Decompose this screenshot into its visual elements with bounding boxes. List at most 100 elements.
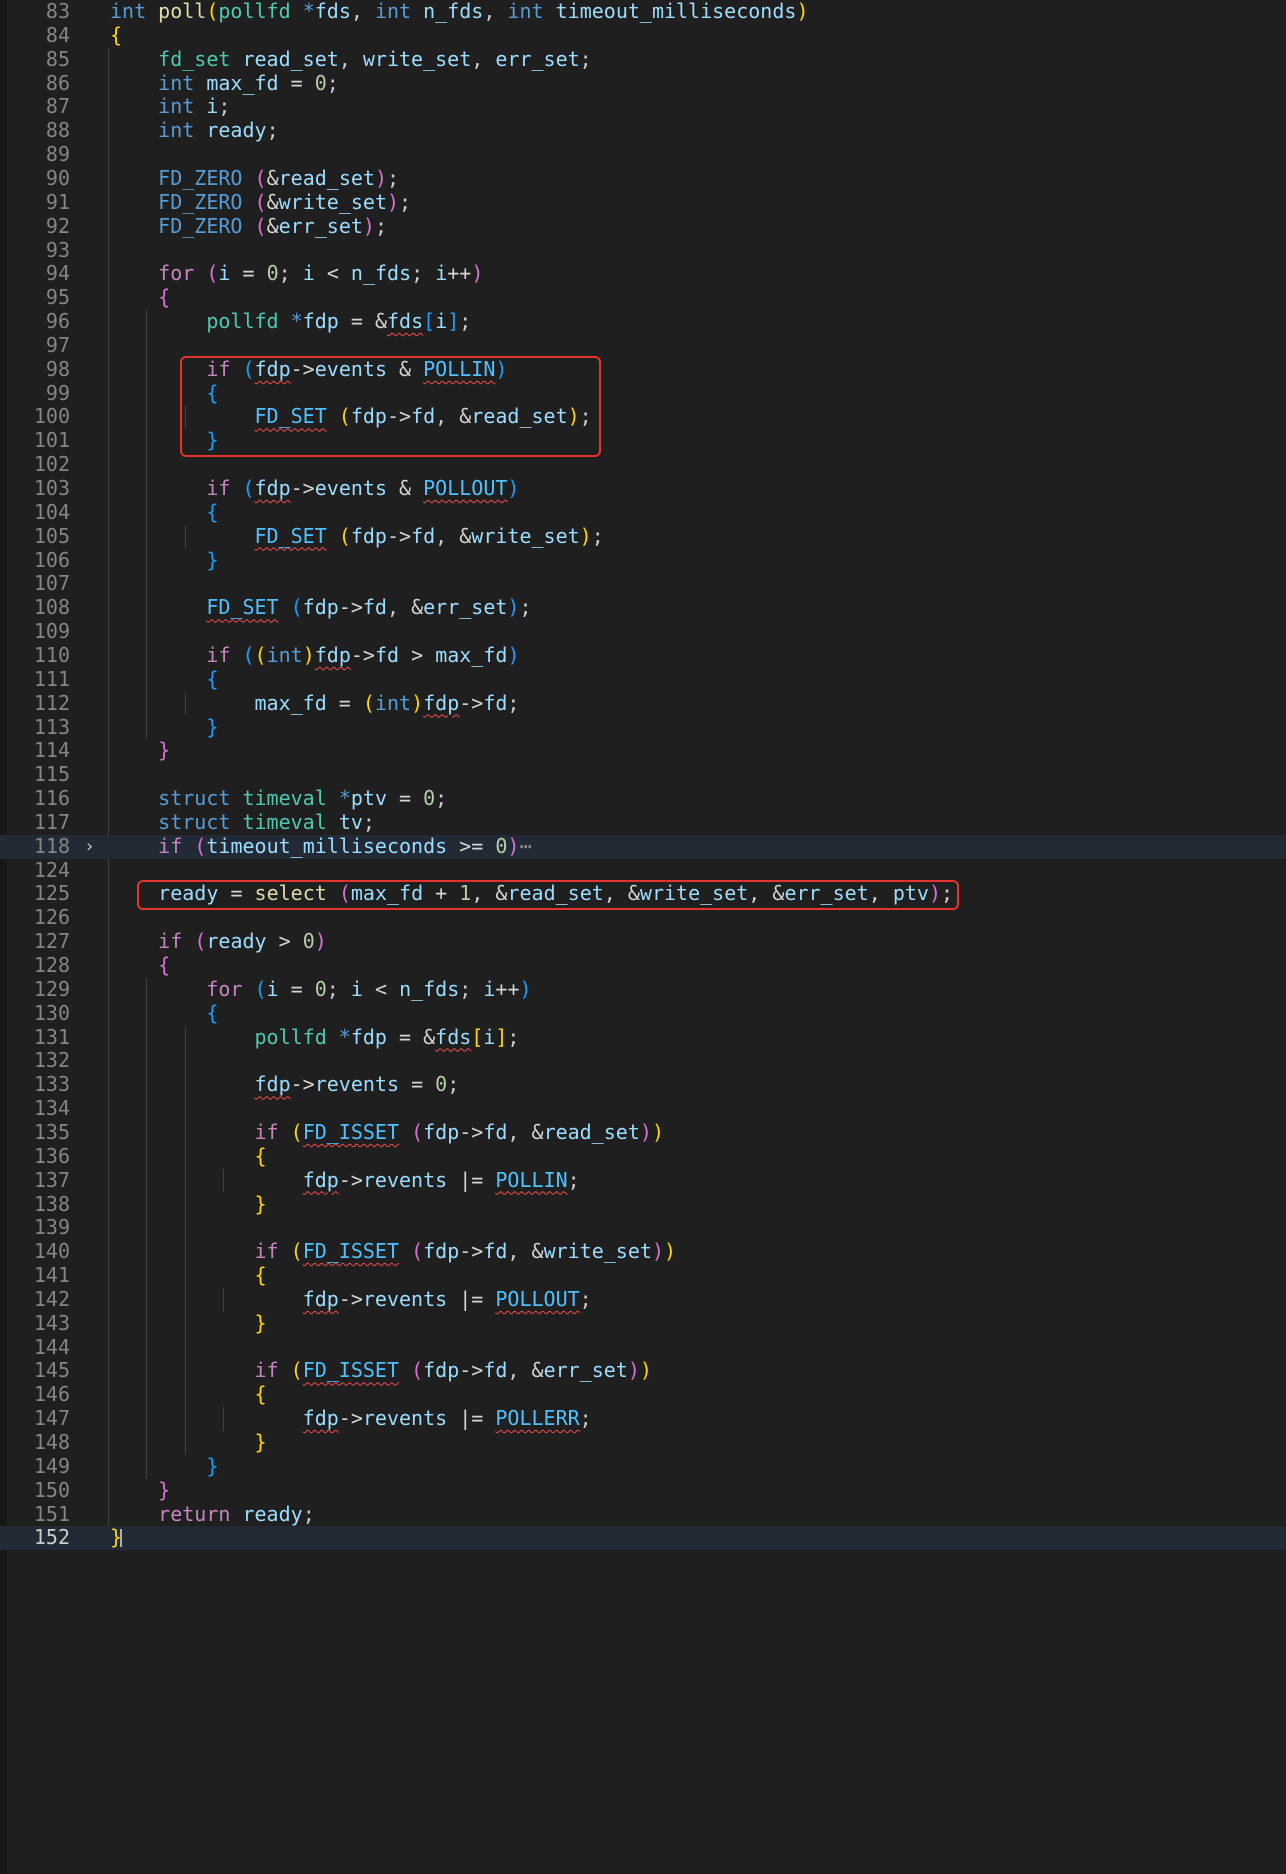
code-line[interactable]: 88 int ready; <box>0 118 1286 143</box>
code-line[interactable]: 103 if (fdp->events & POLLOUT) <box>0 476 1286 501</box>
code-text[interactable]: max_fd = (int)fdp->fd; <box>110 691 520 716</box>
code-text[interactable]: fdp->revents = 0; <box>110 1072 460 1097</box>
code-text[interactable]: { <box>110 1001 218 1026</box>
code-line[interactable]: 91 FD_ZERO (&write_set); <box>0 190 1286 215</box>
code-line[interactable]: 96 pollfd *fdp = &fds[i]; <box>0 309 1286 334</box>
code-line[interactable]: 134 <box>0 1096 1286 1121</box>
code-line[interactable]: 106 } <box>0 548 1286 573</box>
code-line[interactable]: 118 › if (timeout_milliseconds >= 0)⋯ <box>0 834 1286 859</box>
code-line[interactable]: 128 { <box>0 953 1286 978</box>
code-line[interactable]: 87 int i; <box>0 94 1286 119</box>
code-text[interactable]: } <box>110 1430 267 1455</box>
code-text[interactable]: return ready; <box>110 1502 315 1527</box>
code-text[interactable]: FD_SET (fdp->fd, &err_set); <box>110 595 531 620</box>
code-line[interactable]: 92 FD_ZERO (&err_set); <box>0 214 1286 239</box>
code-text[interactable]: { <box>110 1263 267 1288</box>
code-line[interactable]: 141 { <box>0 1263 1286 1288</box>
code-text[interactable]: int poll(pollfd *fds, int n_fds, int tim… <box>110 0 808 24</box>
code-text[interactable]: { <box>110 1144 267 1169</box>
code-line[interactable]: 111 { <box>0 667 1286 692</box>
code-line[interactable]: 105 FD_SET (fdp->fd, &write_set); <box>0 524 1286 549</box>
code-text[interactable]: } <box>110 548 218 573</box>
code-line[interactable]: 142 fdp->revents |= POLLOUT; <box>0 1287 1286 1312</box>
code-line[interactable]: 86 int max_fd = 0; <box>0 71 1286 96</box>
code-text[interactable]: if (timeout_milliseconds >= 0)⋯ <box>110 834 531 859</box>
code-line[interactable]: 83 int poll(pollfd *fds, int n_fds, int t… <box>0 0 1286 24</box>
code-text[interactable]: int max_fd = 0; <box>110 71 339 96</box>
code-line[interactable]: 113 } <box>0 715 1286 740</box>
code-line[interactable]: 146 { <box>0 1382 1286 1407</box>
code-line[interactable]: 138 } <box>0 1192 1286 1217</box>
code-line[interactable]: 132 <box>0 1049 1286 1073</box>
code-line[interactable]: 124 <box>0 858 1286 883</box>
code-text[interactable]: for (i = 0; i < n_fds; i++) <box>110 977 531 1002</box>
code-text[interactable]: FD_SET (fdp->fd, &write_set); <box>110 524 604 549</box>
code-line[interactable]: 90 FD_ZERO (&read_set); <box>0 166 1286 191</box>
code-line[interactable]: 112 max_fd = (int)fdp->fd; <box>0 691 1286 716</box>
code-line[interactable]: 130 { <box>0 1001 1286 1026</box>
code-text[interactable]: if ((int)fdp->fd > max_fd) <box>110 643 519 668</box>
code-text[interactable]: } <box>110 1311 267 1336</box>
code-line[interactable]: 143 } <box>0 1311 1286 1336</box>
code-text[interactable]: fdp->revents |= POLLIN; <box>110 1168 580 1193</box>
code-line[interactable]: 93 <box>0 238 1286 263</box>
code-text[interactable]: if (ready > 0) <box>110 929 327 954</box>
folded-region-ellipsis[interactable]: ⋯ <box>519 834 531 858</box>
code-text[interactable]: FD_ZERO (&read_set); <box>110 166 399 191</box>
code-text[interactable]: } <box>110 738 170 763</box>
code-text[interactable]: } <box>110 715 218 740</box>
code-text[interactable]: FD_ZERO (&write_set); <box>110 190 411 215</box>
code-text[interactable]: if (FD_ISSET (fdp->fd, &err_set)) <box>110 1359 652 1383</box>
code-line[interactable]: 114 } <box>0 738 1286 763</box>
code-line[interactable]: 110 if ((int)fdp->fd > max_fd) <box>0 643 1286 668</box>
code-line[interactable]: 85 fd_set read_set, write_set, err_set; <box>0 47 1286 72</box>
code-line[interactable]: 108 FD_SET (fdp->fd, &err_set); <box>0 595 1286 620</box>
code-text[interactable]: int i; <box>110 94 230 119</box>
code-text[interactable]: { <box>110 23 122 48</box>
code-text[interactable]: FD_ZERO (&err_set); <box>110 214 387 239</box>
code-line[interactable]: 151 return ready; <box>0 1502 1286 1527</box>
code-editor[interactable]: 83 int poll(pollfd *fds, int n_fds, int t… <box>0 0 1286 1874</box>
code-text[interactable]: if (FD_ISSET (fdp->fd, &read_set)) <box>110 1120 664 1145</box>
code-text[interactable]: { <box>110 500 218 525</box>
code-line[interactable]: 127 if (ready > 0) <box>0 929 1286 954</box>
code-line[interactable]: 131 pollfd *fdp = &fds[i]; <box>0 1025 1286 1050</box>
code-line[interactable]: 137 fdp->revents |= POLLIN; <box>0 1168 1286 1193</box>
code-line[interactable]: 149 } <box>0 1454 1286 1479</box>
code-line[interactable]: 152} <box>0 1525 1286 1551</box>
code-text[interactable]: for (i = 0; i < n_fds; i++) <box>110 261 483 286</box>
code-line[interactable]: 115 <box>0 762 1286 787</box>
code-line[interactable]: 135 if (FD_ISSET (fdp->fd, &read_set)) <box>0 1120 1286 1145</box>
code-text[interactable]: { <box>110 953 170 978</box>
code-line[interactable]: 94 for (i = 0; i < n_fds; i++) <box>0 261 1286 286</box>
code-line[interactable]: 145 if (FD_ISSET (fdp->fd, &err_set)) <box>0 1359 1286 1383</box>
fold-chevron-icon[interactable]: › <box>84 835 95 859</box>
code-line[interactable]: 117 struct timeval tv; <box>0 810 1286 835</box>
code-text[interactable]: int ready; <box>110 118 278 143</box>
code-text[interactable]: } <box>110 1192 267 1217</box>
code-line[interactable]: 150 } <box>0 1478 1286 1503</box>
code-line[interactable]: 104 { <box>0 500 1286 525</box>
code-line[interactable]: 129 for (i = 0; i < n_fds; i++) <box>0 977 1286 1002</box>
code-text[interactable]: } <box>110 1478 170 1503</box>
code-line[interactable]: 109 <box>0 619 1286 644</box>
code-text[interactable]: if (fdp->events & POLLOUT) <box>110 476 519 501</box>
code-line[interactable]: 133 fdp->revents = 0; <box>0 1072 1286 1097</box>
code-text[interactable]: pollfd *fdp = &fds[i]; <box>110 309 471 334</box>
code-text[interactable]: fdp->revents |= POLLERR; <box>110 1406 592 1431</box>
code-text[interactable]: { <box>110 1382 267 1407</box>
code-line[interactable]: 84 { <box>0 23 1286 48</box>
code-line[interactable]: 144 <box>0 1335 1286 1360</box>
code-line[interactable]: 97 <box>0 333 1286 358</box>
code-line[interactable]: 147 fdp->revents |= POLLERR; <box>0 1406 1286 1431</box>
code-line[interactable]: 139 <box>0 1215 1286 1240</box>
code-line[interactable]: 136 { <box>0 1144 1286 1169</box>
code-text[interactable]: { <box>110 667 218 692</box>
code-text[interactable]: { <box>110 285 170 310</box>
code-text[interactable]: fdp->revents |= POLLOUT; <box>110 1287 592 1312</box>
code-text[interactable]: fd_set read_set, write_set, err_set; <box>110 47 592 72</box>
code-line[interactable]: 116 struct timeval *ptv = 0; <box>0 786 1286 811</box>
code-text[interactable]: struct timeval *ptv = 0; <box>110 786 447 811</box>
code-text[interactable]: if (FD_ISSET (fdp->fd, &write_set)) <box>110 1239 677 1264</box>
code-line[interactable]: 95 { <box>0 285 1286 310</box>
